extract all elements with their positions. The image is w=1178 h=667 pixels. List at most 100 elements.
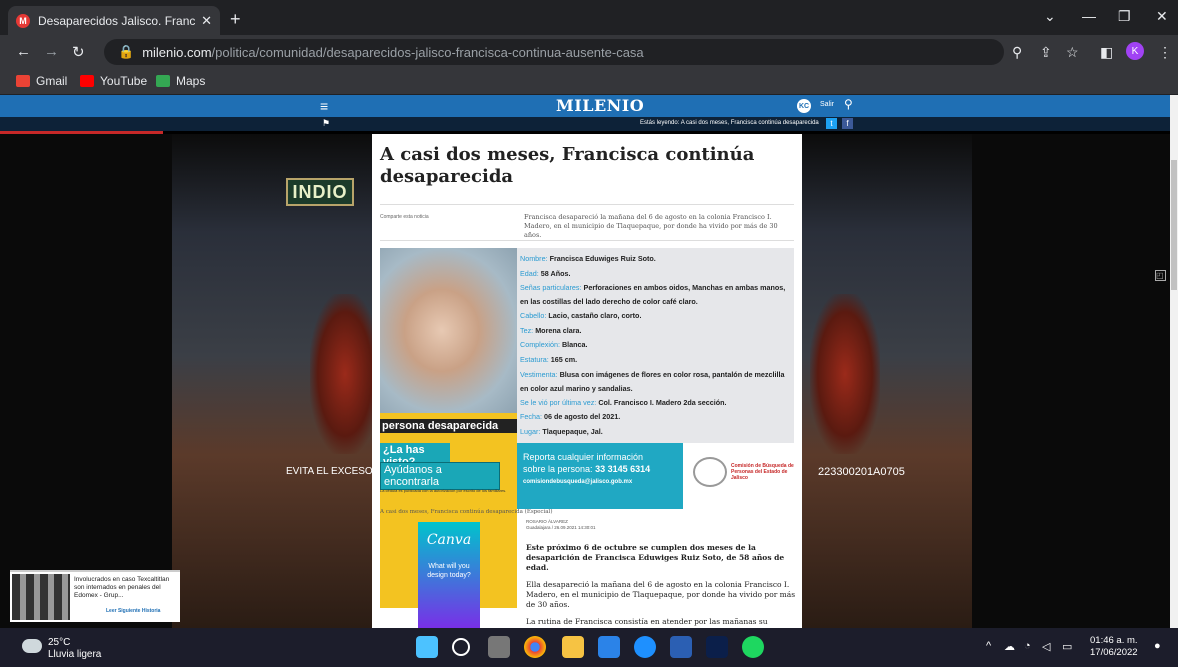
reading-bar: ⚑ Estás leyendo: A casi dos meses, Franc… <box>0 117 1170 131</box>
store-icon[interactable] <box>598 636 620 658</box>
help-icon[interactable] <box>634 636 656 658</box>
missing-person-photo <box>380 248 517 413</box>
restore-button[interactable]: ❐ <box>1118 8 1131 25</box>
dateline: Guadalajara / 26.09.2021 14:30:01 <box>526 525 596 530</box>
canva-question: What will you design today? <box>427 563 471 579</box>
field-key: Lugar: <box>520 426 541 436</box>
poster-field: Tez: Morena clara. <box>520 324 794 339</box>
milenio-favicon-icon: M <box>16 13 30 28</box>
field-key: Complexión: <box>520 340 560 350</box>
ad-warning-text: EVITA EL EXCESO <box>286 466 373 477</box>
minimize-button[interactable]: — <box>1082 8 1096 24</box>
poster-field: Lugar: Tlaquepaque, Jal. <box>520 425 794 440</box>
reload-icon[interactable]: ↻ <box>72 43 85 61</box>
poster-field: Señas particulares: Perforaciones en amb… <box>520 281 794 309</box>
chrome-icon[interactable] <box>524 636 546 658</box>
tab-search-icon[interactable]: ⌄ <box>1044 8 1056 25</box>
comision-logo: Comisión de Búsqueda de Personas del Est… <box>683 443 794 509</box>
field-value: 165 cm. <box>550 354 578 364</box>
comision-name: Comisión de Búsqueda de Personas del Est… <box>731 463 794 481</box>
poster-field: Vestimenta: Blusa con imágenes de flores… <box>520 368 794 396</box>
poster-field: Complexión: Blanca. <box>520 338 794 353</box>
onedrive-icon[interactable]: ☁ <box>1004 640 1015 653</box>
wifi-icon[interactable]: ◔ <box>1024 640 1031 652</box>
bookmark-gmail[interactable]: Gmail <box>16 74 67 88</box>
battery-icon[interactable]: ▭ <box>1062 640 1072 653</box>
logout-link[interactable]: Salir <box>820 101 834 108</box>
spotify-icon[interactable] <box>742 636 764 658</box>
back-icon[interactable]: ← <box>16 43 31 60</box>
tray-overflow-icon[interactable]: ^ <box>986 640 991 652</box>
url-field[interactable]: 🔒 milenio.com /politica/comunidad/desapa… <box>104 39 1004 65</box>
poster-field: Se le vió por última vez: Col. Francisco… <box>520 396 794 411</box>
share-icon[interactable]: ⇪ <box>1040 44 1052 61</box>
read-next-link[interactable]: Leer Siguiente Historia <box>106 608 160 614</box>
report-line-1: Reporta cualquier información <box>523 452 644 462</box>
close-tab-icon[interactable]: ✕ <box>201 13 212 29</box>
scrollbar-thumb[interactable] <box>1171 160 1177 290</box>
facebook-icon[interactable]: f <box>842 118 853 129</box>
bookmark-youtube[interactable]: YouTube <box>80 74 147 88</box>
jalisco-seal-icon <box>693 457 727 487</box>
profile-avatar[interactable]: K <box>1126 42 1144 60</box>
word-icon[interactable] <box>670 636 692 658</box>
task-view-icon[interactable] <box>488 636 510 658</box>
bookmark-star-icon[interactable]: ☆ <box>1066 44 1079 61</box>
warrior-image-right <box>810 294 880 454</box>
field-key: Señas particulares: <box>520 283 582 293</box>
location-pin-icon[interactable]: ⚑ <box>322 118 330 129</box>
zoom-icon[interactable]: ⚲ <box>1012 44 1022 61</box>
share-label: Comparte esta noticia <box>380 214 429 220</box>
clock-date: 17/06/2022 <box>1090 647 1138 658</box>
image-caption: A casi dos meses, Francisca continúa des… <box>380 509 553 515</box>
menu-dots-icon[interactable]: ⋮ <box>1158 44 1172 61</box>
field-value: 06 de agosto del 2021. <box>543 412 621 422</box>
hamburger-menu-icon[interactable]: ≡ <box>320 98 328 114</box>
field-value: Tlaquepaque, Jal. <box>542 426 603 436</box>
twitter-icon[interactable]: t <box>826 118 837 129</box>
user-avatar[interactable]: KC <box>797 99 811 113</box>
article-title: A casi dos meses, Francisca continúa des… <box>380 144 755 187</box>
paragraph: La rutina de Francisca consistía en aten… <box>526 617 795 628</box>
canva-ad[interactable]: Canva What will you design today? <box>418 522 480 628</box>
search-icon[interactable] <box>452 638 470 656</box>
poster-field: Nombre: Francisca Eduwiges Ruiz Soto. <box>520 252 794 267</box>
windows-start-icon[interactable] <box>416 636 438 658</box>
poster-field: Edad: 58 Años. <box>520 267 794 282</box>
field-key: Fecha: <box>520 412 542 422</box>
next-story-card[interactable]: Involucrados en caso Texcaltitlan son in… <box>10 570 180 622</box>
article: A casi dos meses, Francisca continúa des… <box>372 134 802 628</box>
tab-title: Desaparecidos Jalisco. Francisca <box>38 13 196 28</box>
forward-icon[interactable]: → <box>44 43 59 60</box>
browser-tab[interactable]: M Desaparecidos Jalisco. Francisca ✕ <box>8 6 220 35</box>
field-key: Estatura: <box>520 354 549 364</box>
close-window-button[interactable]: ✕ <box>1156 8 1168 25</box>
expand-ad-icon[interactable]: ◰ <box>1155 270 1166 281</box>
poster-details: Nombre: Francisca Eduwiges Ruiz Soto. Ed… <box>520 252 794 439</box>
address-bar-row: ← → ↻ 🔒 milenio.com /politica/comunidad/… <box>0 35 1178 69</box>
new-tab-button[interactable]: + <box>230 9 241 30</box>
field-value: Col. Francisco I. Madero 2da sección. <box>598 397 727 407</box>
field-key: Cabello: <box>520 311 547 321</box>
side-panel-icon[interactable]: ◧ <box>1100 44 1113 61</box>
search-icon[interactable]: ⚲ <box>844 97 853 111</box>
disney-plus-icon[interactable] <box>706 636 728 658</box>
youtube-icon <box>80 75 94 87</box>
browser-tab-strip: M Desaparecidos Jalisco. Francisca ✕ + ⌄… <box>0 0 1178 35</box>
system-clock[interactable]: 01:46 a. m. 17/06/2022 <box>1090 635 1138 659</box>
file-explorer-icon[interactable] <box>562 636 584 658</box>
field-value: 58 Años. <box>540 268 571 278</box>
volume-icon[interactable]: ◁ <box>1042 640 1050 653</box>
milenio-logo[interactable]: MILENIO <box>556 96 644 115</box>
ayudanos-text: Ayúdanos a encontrarla <box>380 462 500 490</box>
weather-text: 25°C Lluvia ligera <box>48 637 101 661</box>
lock-icon[interactable]: 🔒 <box>118 44 134 60</box>
story-thumbnail <box>12 574 70 620</box>
field-value: Lacio, castaño claro, corto. <box>548 311 642 321</box>
milenio-header: ≡ MILENIO KC Salir ⚲ <box>0 95 1170 117</box>
indio-logo[interactable]: INDIO <box>286 178 354 206</box>
notifications-icon[interactable]: ● <box>1154 640 1161 652</box>
bookmark-maps[interactable]: Maps <box>156 74 205 88</box>
field-value: Blanca. <box>561 340 588 350</box>
maps-icon <box>156 75 170 87</box>
